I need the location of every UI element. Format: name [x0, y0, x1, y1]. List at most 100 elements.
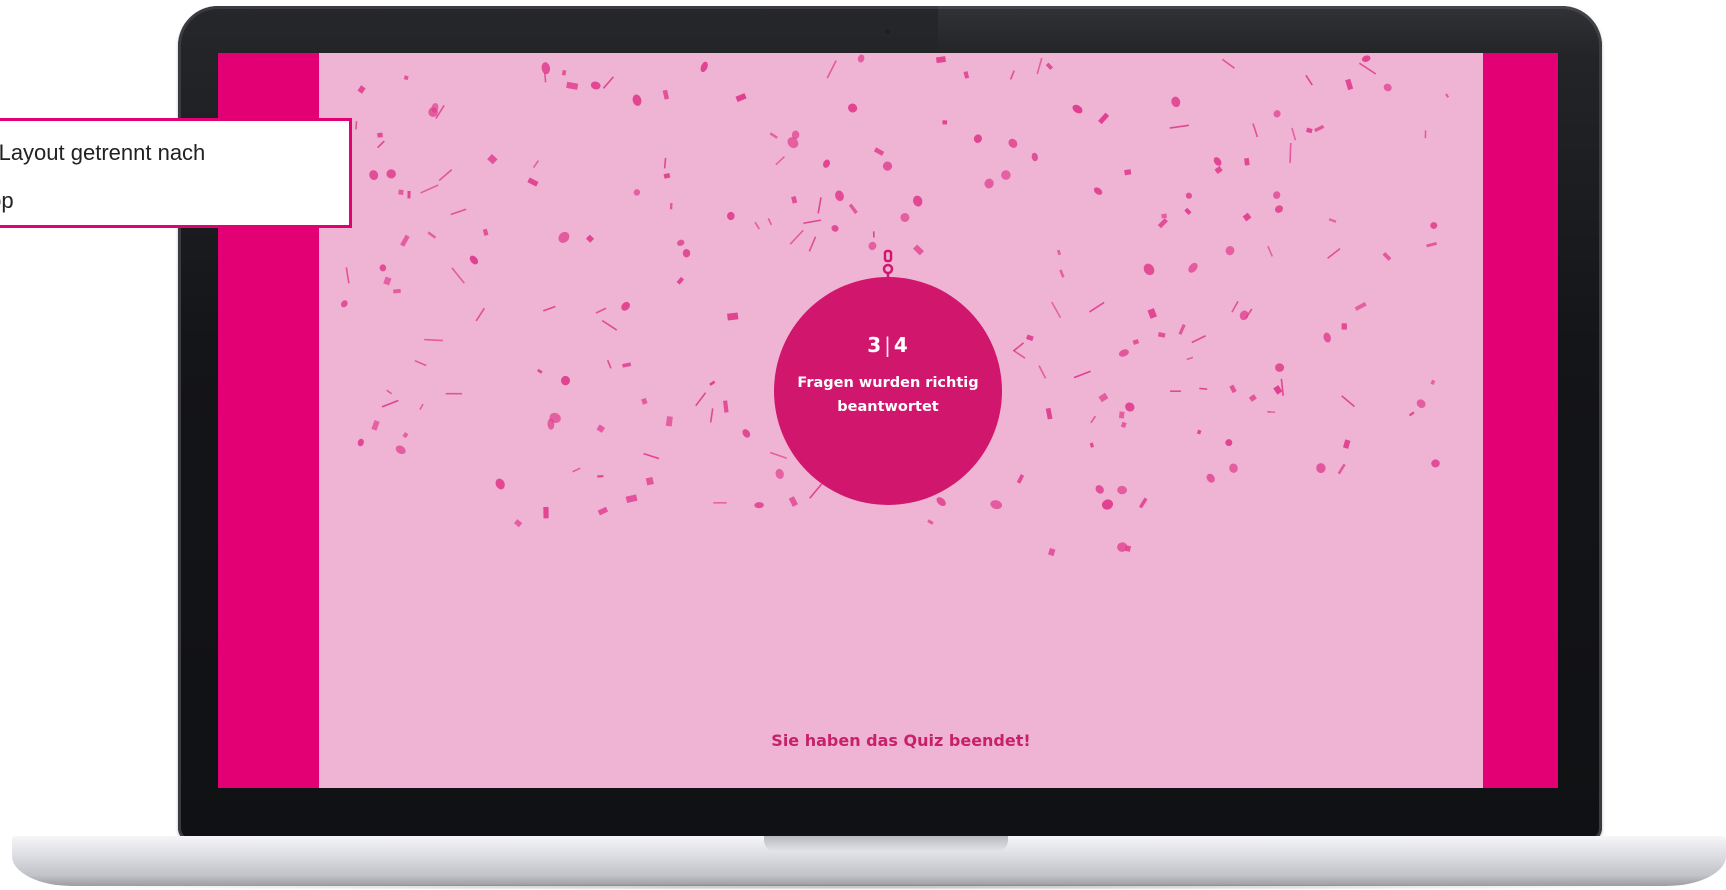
confetti-piece — [912, 244, 924, 256]
confetti-piece — [393, 288, 401, 294]
confetti-piece — [1289, 142, 1292, 163]
confetti-piece — [1275, 363, 1285, 372]
confetti-piece — [495, 478, 505, 490]
confetti-piece — [469, 255, 479, 265]
confetti-piece — [665, 416, 673, 427]
confetti-piece — [1248, 394, 1257, 402]
confetti-piece — [1306, 127, 1313, 134]
confetti-piece — [1045, 62, 1054, 71]
confetti-piece — [597, 475, 604, 478]
confetti-piece — [682, 249, 691, 258]
confetti-piece — [1383, 83, 1392, 92]
confetti-piece — [709, 408, 714, 423]
confetti-piece — [868, 241, 877, 251]
confetti-piece — [1305, 74, 1313, 86]
confetti-piece — [1337, 463, 1346, 475]
confetti-piece — [1342, 439, 1351, 449]
confetti-piece — [438, 168, 453, 182]
confetti-piece — [1431, 459, 1440, 468]
confetti-piece — [722, 400, 729, 413]
confetti-piece — [1408, 411, 1415, 417]
confetti-piece — [1188, 262, 1198, 273]
confetti-piece — [606, 359, 612, 369]
confetti-piece — [1045, 407, 1053, 420]
confetti-piece — [1199, 387, 1208, 391]
confetti-piece — [973, 134, 982, 143]
confetti-piece — [1186, 356, 1194, 361]
laptop-base-notch — [764, 836, 1008, 852]
confetti-piece — [532, 160, 540, 168]
confetti-piece — [676, 276, 685, 285]
confetti-piece — [789, 229, 804, 245]
confetti-piece — [1008, 138, 1018, 148]
confetti-piece — [414, 359, 427, 367]
confetti-piece — [742, 429, 751, 438]
confetti-piece — [420, 184, 439, 194]
confetti-piece — [700, 61, 708, 73]
confetti-piece — [445, 392, 462, 395]
confetti-piece — [1101, 499, 1114, 510]
confetti-piece — [1430, 379, 1436, 385]
confetti-piece — [1169, 124, 1190, 129]
confetti-piece — [561, 70, 567, 76]
confetti-piece — [1089, 442, 1095, 448]
confetti-piece — [357, 438, 364, 447]
quiz-finished-message: Sie haben das Quiz beendet! — [771, 731, 1031, 750]
confetti-piece — [1143, 263, 1155, 276]
confetti-piece — [560, 375, 571, 386]
confetti-piece — [848, 203, 858, 214]
confetti-piece — [542, 305, 556, 312]
confetti-piece — [596, 424, 606, 433]
confetti-piece — [1009, 70, 1015, 80]
confetti-piece — [709, 380, 716, 386]
confetti-piece — [1093, 187, 1103, 195]
confetti-piece — [935, 56, 946, 64]
confetti-piece — [1382, 252, 1392, 261]
confetti-piece — [1345, 78, 1354, 91]
confetti-piece — [566, 81, 579, 90]
confetti-piece — [1231, 300, 1239, 313]
confetti-piece — [1273, 191, 1281, 199]
confetti-piece — [622, 362, 632, 368]
confetti-piece — [1132, 338, 1140, 345]
confetti-piece — [633, 189, 641, 196]
confetti-piece — [775, 468, 784, 479]
confetti-piece — [1125, 402, 1135, 412]
confetti-piece — [1157, 218, 1168, 229]
confetti-piece — [475, 307, 486, 322]
confetti-piece — [1314, 124, 1325, 133]
confetti-piece — [527, 177, 539, 187]
confetti-piece — [1274, 205, 1284, 213]
confetti-piece — [625, 494, 638, 504]
confetti-piece — [641, 397, 648, 405]
confetti-piece — [558, 231, 570, 243]
confetti-piece — [1273, 110, 1281, 118]
confetti-piece — [990, 500, 1003, 510]
confetti-piece — [1026, 334, 1034, 342]
camera-icon — [884, 28, 891, 35]
confetti-piece — [1280, 378, 1284, 396]
confetti-piece — [1170, 390, 1181, 392]
confetti-piece — [400, 234, 410, 247]
confetti-piece — [1327, 248, 1341, 259]
confetti-piece — [1098, 112, 1110, 125]
confetti-piece — [513, 519, 523, 528]
laptop-screen: 3 | 4 Fragen wurden richtig beantwortet Si… — [218, 53, 1558, 788]
confetti-piece — [1229, 384, 1237, 394]
score-total: 4 — [893, 333, 909, 357]
confetti-piece — [1118, 349, 1129, 357]
confetti-piece — [632, 94, 642, 106]
confetti-piece — [395, 445, 406, 455]
laptop-shadow — [40, 884, 1700, 890]
confetti-piece — [1196, 429, 1202, 435]
confetti-piece — [450, 208, 467, 216]
confetti-piece — [1358, 62, 1377, 75]
callout-text-line2: sktop — [0, 188, 14, 213]
confetti-piece — [1117, 485, 1127, 495]
confetti-piece — [585, 234, 595, 243]
confetti-piece — [403, 75, 409, 81]
confetti-piece — [1291, 127, 1297, 141]
confetti-piece — [355, 121, 358, 130]
score-medal: 3 | 4 Fragen wurden richtig beantwortet — [774, 277, 1002, 505]
confetti-piece — [1120, 421, 1127, 428]
